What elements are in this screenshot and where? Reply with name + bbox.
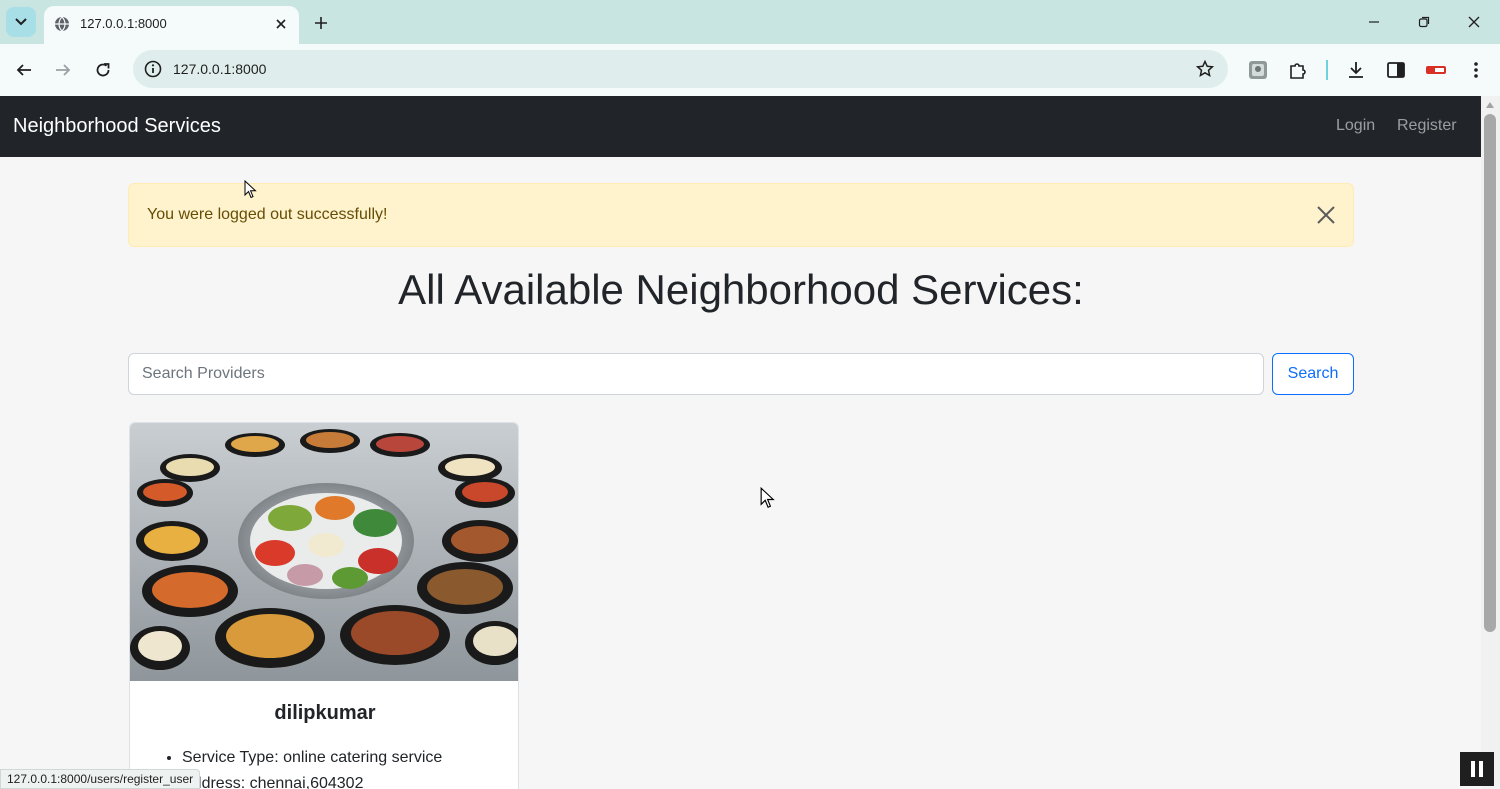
site-navbar: Neighborhood Services Login Register bbox=[0, 96, 1481, 157]
pause-icon[interactable] bbox=[1460, 752, 1494, 786]
tab-title: 127.0.0.1:8000 bbox=[80, 16, 167, 31]
provider-card: dilipkumar Service Type: online catering… bbox=[129, 422, 519, 789]
browser-tabstrip: 127.0.0.1:8000 bbox=[0, 0, 1500, 44]
mouse-pointer-icon bbox=[244, 180, 257, 199]
close-window-icon[interactable] bbox=[1459, 8, 1489, 36]
forward-icon[interactable] bbox=[48, 55, 78, 85]
nav-link-register[interactable]: Register bbox=[1397, 117, 1457, 135]
scroll-up-arrow-icon[interactable] bbox=[1486, 102, 1494, 108]
search-input[interactable] bbox=[128, 353, 1264, 395]
page-scrollbar[interactable] bbox=[1481, 96, 1500, 789]
browser-tab[interactable]: 127.0.0.1:8000 bbox=[44, 6, 299, 44]
browser-status-bar: 127.0.0.1:8000/users/register_user bbox=[0, 769, 201, 789]
navbar-brand[interactable]: Neighborhood Services bbox=[13, 115, 221, 138]
more-icon[interactable] bbox=[1463, 57, 1489, 83]
download-icon[interactable] bbox=[1343, 57, 1369, 83]
close-icon[interactable] bbox=[271, 14, 291, 34]
close-icon[interactable] bbox=[1315, 204, 1337, 226]
minimize-icon[interactable] bbox=[1359, 8, 1389, 36]
search-button[interactable]: Search bbox=[1272, 353, 1354, 395]
globe-icon bbox=[54, 16, 70, 37]
plus-icon[interactable] bbox=[308, 10, 334, 36]
catering-food-image bbox=[130, 423, 518, 681]
star-icon[interactable] bbox=[1194, 58, 1216, 80]
provider-service-type: Service Type: online catering service bbox=[182, 745, 442, 771]
alert-message: You were logged out successfully! bbox=[147, 206, 388, 223]
page-title: All Available Neighborhood Services: bbox=[398, 266, 1084, 313]
back-icon[interactable] bbox=[9, 55, 39, 85]
scroll-thumb[interactable] bbox=[1484, 114, 1496, 632]
profile-icon[interactable] bbox=[1245, 57, 1271, 83]
extensions-icon[interactable] bbox=[1285, 57, 1311, 83]
mouse-pointer-icon bbox=[760, 487, 775, 509]
browser-toolbar: 127.0.0.1:8000 bbox=[0, 44, 1500, 96]
logout-alert: You were logged out successfully! bbox=[128, 183, 1354, 247]
side-panel-icon[interactable] bbox=[1383, 57, 1409, 83]
restore-icon[interactable] bbox=[1409, 8, 1439, 36]
provider-name: dilipkumar bbox=[274, 702, 376, 724]
url-text[interactable]: 127.0.0.1:8000 bbox=[173, 61, 266, 77]
provider-address: Address: chennai,604302 bbox=[182, 771, 442, 789]
reload-icon[interactable] bbox=[88, 55, 118, 85]
info-icon[interactable] bbox=[141, 57, 165, 81]
toolbar-separator bbox=[1326, 60, 1328, 80]
tab-search-icon[interactable] bbox=[6, 7, 36, 37]
nav-link-login[interactable]: Login bbox=[1336, 117, 1375, 135]
extension-badge-icon[interactable] bbox=[1423, 57, 1449, 83]
provider-details: Service Type: online catering service Ad… bbox=[182, 745, 442, 789]
address-bar[interactable]: 127.0.0.1:8000 bbox=[133, 50, 1228, 88]
